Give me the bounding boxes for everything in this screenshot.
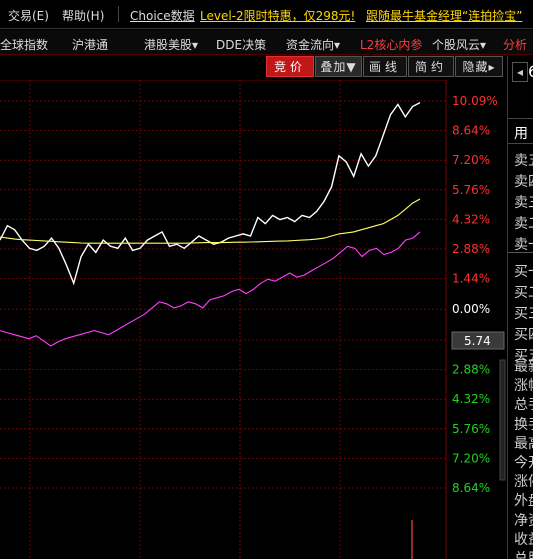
y-tick-label: 4.32% (452, 212, 490, 226)
hide-button[interactable]: 隐藏▸ (455, 56, 503, 77)
stat-label: 换手 (514, 416, 533, 433)
promo-link-level2[interactable]: Level-2限时特惠，仅298元! (200, 7, 355, 24)
promo-link-fund[interactable]: 跟随最牛基金经理“连拍捡宝” (366, 7, 522, 24)
draw-line-button[interactable]: 画线 (363, 56, 407, 77)
y-tick-label: 2.88% (452, 242, 490, 256)
nav-analysis[interactable]: 分析 (503, 36, 527, 53)
stat-label: 最新 (514, 359, 533, 375)
y-axis-ticks: 10.09% 8.64% 7.20% 5.76% 4.32% 2.88% 1.44% 0.00… (452, 94, 498, 495)
average-line (0, 198, 421, 244)
y-tick-label-down: 2.88% (452, 363, 490, 377)
y-tick-label: 7.20% (452, 153, 490, 167)
ask-label: 卖五 (514, 153, 533, 169)
chart-grid (0, 80, 447, 559)
stat-label: 最高 (514, 435, 533, 452)
stock-code-fragment: 6 (528, 62, 533, 81)
book-divider (508, 252, 533, 253)
y-tick-label: 5.76% (452, 183, 490, 197)
stat-label: 总股 (514, 551, 533, 559)
bid-label: 买四 (514, 327, 533, 343)
stat-label: 净资 (514, 512, 533, 529)
ask-label: 卖四 (514, 174, 533, 190)
nav-l2-insight[interactable]: L2核心内参 (360, 36, 422, 53)
panel-prev-arrow[interactable]: ◂ (512, 62, 528, 82)
intraday-chart[interactable]: 10.09% 8.64% 7.20% 5.76% 4.32% 2.88% 1.44% 0.00… (0, 80, 507, 559)
y-tick-label: 1.44% (452, 272, 490, 286)
panel-title: 用 (514, 126, 528, 142)
choice-data-link[interactable]: Choice数据 (130, 7, 195, 24)
stat-label: 外盘 (514, 493, 533, 510)
ask-label: 卖二 (514, 216, 533, 232)
panel-title-row: 用 (508, 118, 533, 144)
overlay-button[interactable]: 叠加▼ (315, 56, 362, 77)
nav-global-index[interactable]: 全球指数 (0, 36, 48, 53)
nav-bar: 全球指数 沪港通 港股美股▾ DDE决策 资金流向▾ L2核心内参 个股风云▾ … (0, 30, 533, 55)
y-tick-label: 10.09% (452, 94, 498, 108)
nav-hk-connect[interactable]: 沪港通 (72, 36, 108, 53)
menu-divider (118, 6, 119, 22)
ask-label: 卖一 (514, 237, 533, 253)
ask-label: 卖三 (514, 195, 533, 211)
y-tick-label: 0.00% (452, 302, 490, 316)
stat-label: 涨幅 (514, 378, 533, 395)
y-tick-label-down: 8.64% (452, 481, 490, 495)
price-box-label: 5.74 (464, 334, 491, 348)
chart-scrollbar (499, 359, 506, 481)
nav-dde[interactable]: DDE决策 (216, 36, 266, 53)
nav-fund-flow[interactable]: 资金流向▾ (286, 36, 340, 53)
bid-label: 买三 (514, 306, 533, 322)
bid-label: 买一 (514, 264, 533, 280)
menu-help[interactable]: 帮助(H) (62, 7, 104, 24)
stat-label: 今开 (514, 455, 533, 471)
nav-hk-us-stocks[interactable]: 港股美股▾ (144, 36, 198, 53)
y-tick-label-down: 5.76% (452, 422, 490, 436)
right-quote-panel: ◂ 6 用 卖五卖四卖三卖二卖一买一买二买三买四买五 最新涨幅总手换手最高今开涨… (507, 56, 533, 559)
nav-stock-news[interactable]: 个股风云▾ (432, 36, 486, 53)
stat-label: 总手 (514, 397, 533, 414)
y-tick-label-down: 7.20% (452, 451, 490, 465)
y-tick-label-down: 4.32% (452, 392, 490, 406)
y-tick-label: 8.64% (452, 124, 490, 138)
stat-label: 收益 (514, 531, 533, 548)
simple-view-button[interactable]: 简约 (408, 56, 454, 77)
menu-trade[interactable]: 交易(E) (8, 7, 49, 24)
price-line (0, 101, 421, 286)
stat-label: 涨停 (514, 474, 533, 491)
menu-bar: 交易(E) 帮助(H) Choice数据 Level-2限时特惠，仅298元! … (0, 0, 533, 29)
auction-button[interactable]: 竞价 (266, 56, 314, 77)
bid-label: 买二 (514, 285, 533, 301)
